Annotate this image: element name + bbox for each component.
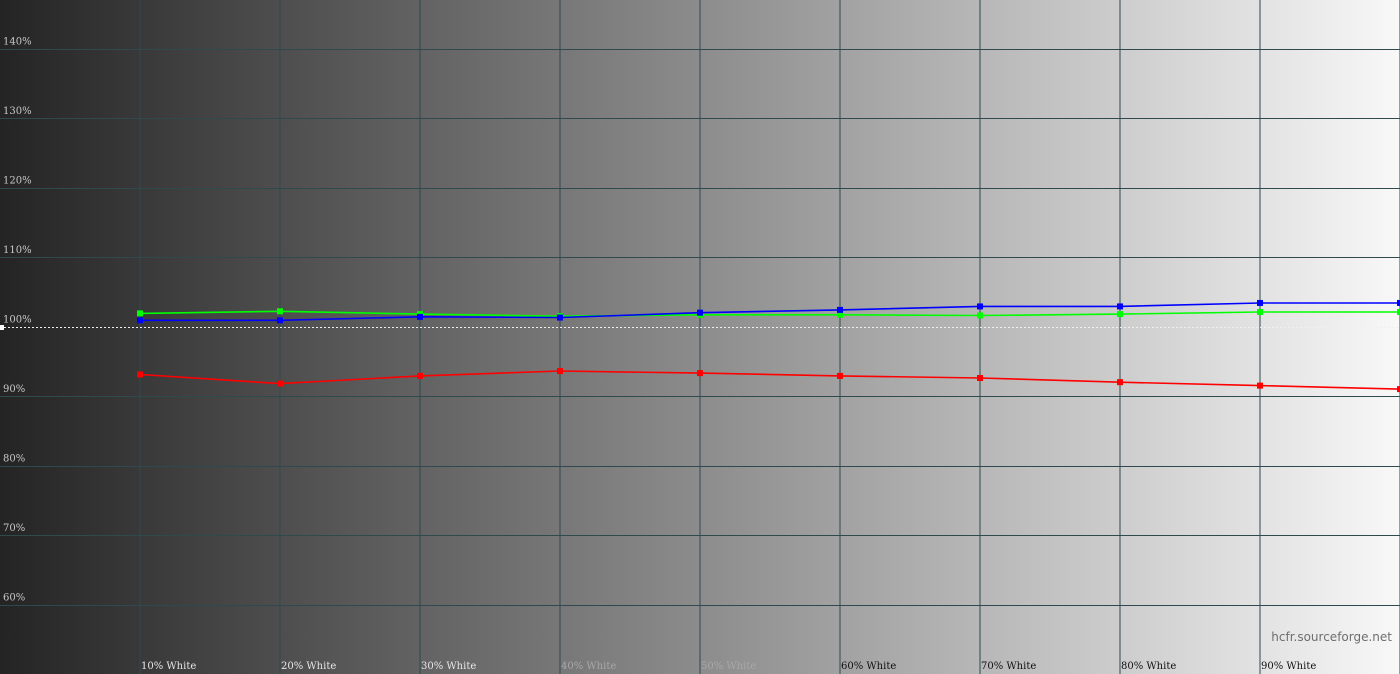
data-point bbox=[1117, 379, 1123, 386]
data-point bbox=[1117, 303, 1123, 310]
x-tick-label: 40% White bbox=[561, 661, 616, 672]
x-tick-label: 60% White bbox=[841, 661, 896, 672]
y-tick-label: 110% bbox=[3, 245, 32, 256]
data-point bbox=[1257, 299, 1263, 306]
data-point bbox=[137, 371, 143, 378]
data-point bbox=[697, 309, 703, 316]
x-tick-label: 80% White bbox=[1121, 661, 1176, 672]
data-point bbox=[837, 372, 843, 379]
data-point bbox=[277, 308, 283, 315]
y-tick-label: 80% bbox=[3, 454, 25, 465]
data-point bbox=[977, 303, 983, 310]
chart-canvas: 60% 70% 80% 90% 100% 110% 120% 130% 140% 10% Whi… bbox=[0, 0, 1400, 674]
data-point bbox=[417, 313, 423, 320]
y-tick-label: 70% bbox=[3, 523, 25, 534]
watermark: hcfr.sourceforge.net bbox=[1271, 630, 1392, 644]
y-tick-label: 60% bbox=[3, 593, 25, 604]
data-point bbox=[277, 317, 283, 324]
x-tick-label: 90% White bbox=[1261, 661, 1316, 672]
x-tick-label: 20% White bbox=[281, 661, 336, 672]
data-point bbox=[697, 370, 703, 377]
x-tick-labels: 10% White 20% White 30% White 40% White 50% … bbox=[141, 661, 1316, 672]
x-tick-label: 30% White bbox=[421, 661, 476, 672]
y-tick-label: 100% bbox=[3, 315, 32, 326]
y-tick-label: 140% bbox=[3, 37, 32, 48]
data-point bbox=[1257, 382, 1263, 389]
y-tick-label: 130% bbox=[3, 106, 32, 117]
x-tick-label: 70% White bbox=[981, 661, 1036, 672]
data-point bbox=[977, 312, 983, 319]
data-point bbox=[137, 317, 143, 324]
data-point bbox=[1117, 311, 1123, 318]
data-point bbox=[277, 380, 283, 387]
data-point bbox=[1257, 308, 1263, 315]
data-point bbox=[557, 368, 563, 375]
x-tick-label: 50% White bbox=[701, 661, 756, 672]
y-tick-label: 90% bbox=[3, 384, 25, 395]
data-point bbox=[977, 374, 983, 381]
data-point bbox=[557, 314, 563, 321]
rgb-balance-chart: 60% 70% 80% 90% 100% 110% 120% 130% 140% 10% Whi… bbox=[0, 0, 1400, 674]
y-tick-label: 120% bbox=[3, 176, 32, 187]
data-point bbox=[837, 306, 843, 313]
data-point bbox=[417, 372, 423, 379]
reference-marker bbox=[0, 325, 4, 330]
data-point bbox=[137, 310, 143, 317]
x-tick-label: 10% White bbox=[141, 661, 196, 672]
